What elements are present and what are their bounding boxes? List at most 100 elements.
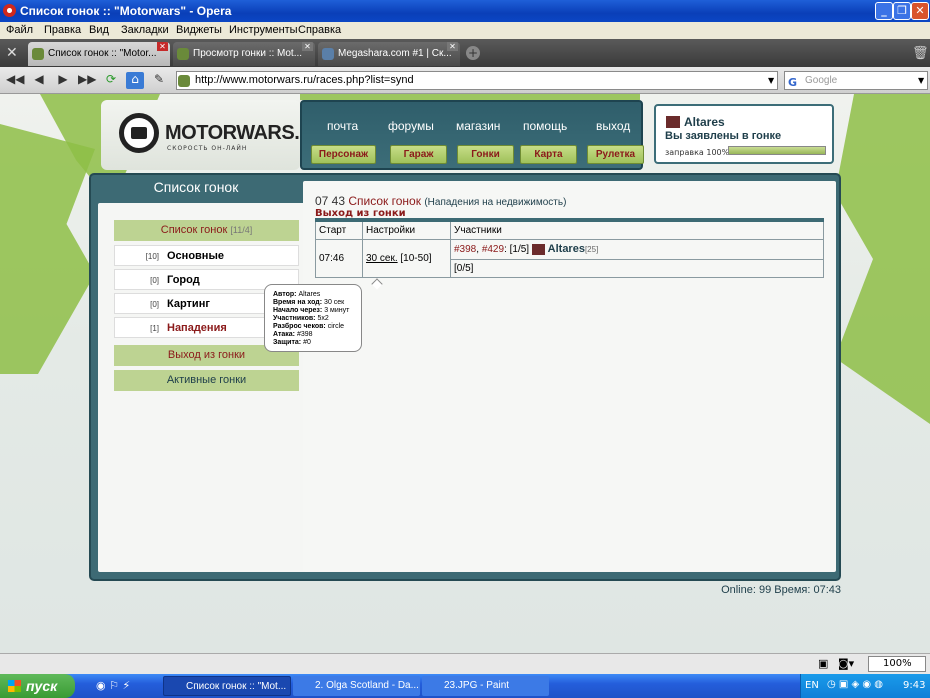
menu-edit[interactable]: Правка xyxy=(44,24,81,36)
close-tab-icon[interactable]: ✕ xyxy=(447,42,458,51)
rewind-icon[interactable]: ◀◀ xyxy=(6,72,24,89)
url-field[interactable]: http://www.motorwars.ru/races.php?list=s… xyxy=(176,71,778,90)
sidebar-item-main[interactable]: [10] Основные xyxy=(114,245,299,266)
participant-avatar xyxy=(531,244,545,256)
megashara-favicon xyxy=(322,48,334,60)
tools-icon[interactable]: ✕ xyxy=(6,45,18,61)
motorwars-favicon xyxy=(32,48,44,60)
maximize-button[interactable]: ❐ xyxy=(893,2,911,20)
nav-roulette-button[interactable]: Рулетка xyxy=(587,145,644,164)
race-start-cell: 07:46 xyxy=(315,239,363,278)
fuel-progress-fill xyxy=(729,147,825,154)
quick-launch-icons[interactable]: ◉ ⚐ ⚡ xyxy=(96,679,130,692)
user-status: Вы заявлены в гонке xyxy=(665,130,782,142)
sidebar: Список гонок [11/4] [10] Основные [0] Го… xyxy=(98,203,306,572)
tab-race-list[interactable]: Список гонок :: "Motor... ✕ xyxy=(28,42,170,66)
trash-icon[interactable]: 🗑 xyxy=(912,46,929,61)
sidebar-item-count: [10] xyxy=(145,252,159,261)
nav-map-button[interactable]: Карта xyxy=(520,145,577,164)
nav-mail[interactable]: почта xyxy=(327,119,358,133)
menu-bookmarks[interactable]: Закладки xyxy=(121,24,169,36)
logo-icon xyxy=(119,113,159,153)
team-link-429[interactable]: #429 xyxy=(482,244,504,255)
zoom-selector[interactable]: 100% xyxy=(868,656,926,672)
participants-cell: #398, #429: [1/5] Altares[25] xyxy=(450,239,824,260)
language-indicator[interactable]: EN xyxy=(805,680,819,691)
search-field[interactable]: Google xyxy=(784,71,928,90)
sidebar-item-count: [0] xyxy=(150,300,159,309)
main-navigation: почта форумы магазин помощь выход Персон… xyxy=(300,100,644,170)
browser-status-bar: ▣ ◙▾ 100% xyxy=(0,653,930,674)
fuel-label: заправка 100% xyxy=(665,148,730,157)
site-favicon xyxy=(178,75,190,87)
menu-file[interactable]: Файл xyxy=(6,24,33,36)
tooltip-line: Время на ход: 30 сек xyxy=(273,299,345,306)
team-link-398[interactable]: #398 xyxy=(454,244,476,255)
close-tab-icon[interactable]: ✕ xyxy=(157,42,168,51)
participant-level: [25] xyxy=(584,245,599,255)
nav-character-button[interactable]: Персонаж xyxy=(311,145,376,164)
motorwars-favicon xyxy=(177,48,189,60)
tab-bar: ✕ Список гонок :: "Motor... ✕ Просмотр г… xyxy=(0,39,930,67)
nav-logout[interactable]: выход xyxy=(596,119,630,133)
windows-taskbar: пуск ◉ ⚐ ⚡ Список гонок :: "Mot... 2. Ol… xyxy=(0,674,930,698)
tooltip-line: Участников: 5x2 xyxy=(273,315,329,322)
image-toggle-icon[interactable]: ◙▾ xyxy=(838,657,854,670)
user-name[interactable]: Altares xyxy=(684,115,725,129)
site-logo-area[interactable]: MOTORWARS.RU СКОРОСТЬ ОН-ЛАЙН xyxy=(101,100,328,170)
menu-help[interactable]: Справка xyxy=(298,24,341,36)
close-tab-icon[interactable]: ✕ xyxy=(302,42,313,51)
races-table: Старт Настройки Участники 07:46 30 сек. … xyxy=(315,218,824,278)
sidebar-item-label: Картинг xyxy=(167,298,210,310)
url-dropdown-icon[interactable]: ▼ xyxy=(768,76,774,85)
tab-race-view[interactable]: Просмотр гонки :: Mot... ✕ xyxy=(173,42,315,66)
sidebar-title: Список гонок xyxy=(153,179,239,195)
participants-count: [1/5] xyxy=(509,244,530,256)
content-panel: 07 43 Список гонок (Нападения на недвижи… xyxy=(303,181,836,572)
presentation-icon[interactable]: ▣ xyxy=(818,657,828,670)
home-icon[interactable]: ⌂ xyxy=(126,72,144,89)
menu-widgets[interactable]: Виджеты xyxy=(176,24,222,36)
tooltip-line: Начало через: 3 минут xyxy=(273,307,350,314)
nav-help[interactable]: помощь xyxy=(523,119,567,133)
reload-icon[interactable]: ⟳ xyxy=(102,72,120,89)
race-settings-cell: 30 сек. [10-50] xyxy=(362,239,451,278)
settings-link[interactable]: 30 сек. xyxy=(366,253,398,264)
taskbar-item-opera[interactable]: Список гонок :: "Mot... xyxy=(163,676,291,696)
window-title: Список гонок :: "Motorwars" - Opera xyxy=(20,4,232,18)
nav-races-button[interactable]: Гонки xyxy=(457,145,514,164)
menu-tools[interactable]: Инструменты xyxy=(229,24,298,36)
close-button[interactable]: ✕ xyxy=(911,2,929,20)
fast-forward-icon[interactable]: ▶▶ xyxy=(78,72,96,89)
tab-label: Просмотр гонки :: Mot... xyxy=(193,48,303,59)
minimize-button[interactable]: _ xyxy=(875,2,893,20)
column-header-start: Старт xyxy=(315,219,363,240)
online-status: Online: 99 Время: 07:43 xyxy=(721,584,841,596)
edit-icon[interactable]: ✎ xyxy=(150,72,168,89)
sidebar-active-races[interactable]: Активные гонки xyxy=(114,370,299,391)
tooltip-line: Защита: #0 xyxy=(273,339,311,346)
opera-icon xyxy=(3,4,16,17)
tab-label: Megashara.com #1 | Ск... xyxy=(338,48,452,59)
back-icon[interactable]: ◀ xyxy=(30,72,48,89)
menu-bar: Файл Правка Вид Закладки Виджеты Инструм… xyxy=(0,22,930,39)
search-dropdown-icon[interactable]: ▼ xyxy=(918,76,924,85)
new-tab-icon[interactable]: + xyxy=(466,46,480,60)
fuel-progress-bar xyxy=(728,146,826,155)
nav-garage-button[interactable]: Гараж xyxy=(390,145,447,164)
tab-label: Список гонок :: "Motor... xyxy=(48,48,157,59)
menu-view[interactable]: Вид xyxy=(89,24,109,36)
tray-icons[interactable]: ◷ ▣ ◈ ◉ ◍ xyxy=(827,679,883,690)
page-title: 07 43 Список гонок (Нападения на недвижи… xyxy=(315,194,566,208)
taskbar-item-paint[interactable]: 23.JPG - Paint xyxy=(422,676,549,696)
clock: 9:43 xyxy=(903,680,926,691)
nav-shop[interactable]: магазин xyxy=(456,119,500,133)
nav-forums[interactable]: форумы xyxy=(388,119,434,133)
participant-name[interactable]: Altares xyxy=(548,243,585,255)
forward-icon[interactable]: ▶ xyxy=(54,72,72,89)
column-header-participants: Участники xyxy=(450,219,824,240)
tab-megashara[interactable]: Megashara.com #1 | Ск... ✕ xyxy=(318,42,460,66)
sidebar-item-label: Список гонок xyxy=(160,224,228,236)
taskbar-item-music[interactable]: 2. Olga Scotland - Da... xyxy=(293,676,420,696)
sidebar-item-race-list[interactable]: Список гонок [11/4] xyxy=(114,220,299,241)
